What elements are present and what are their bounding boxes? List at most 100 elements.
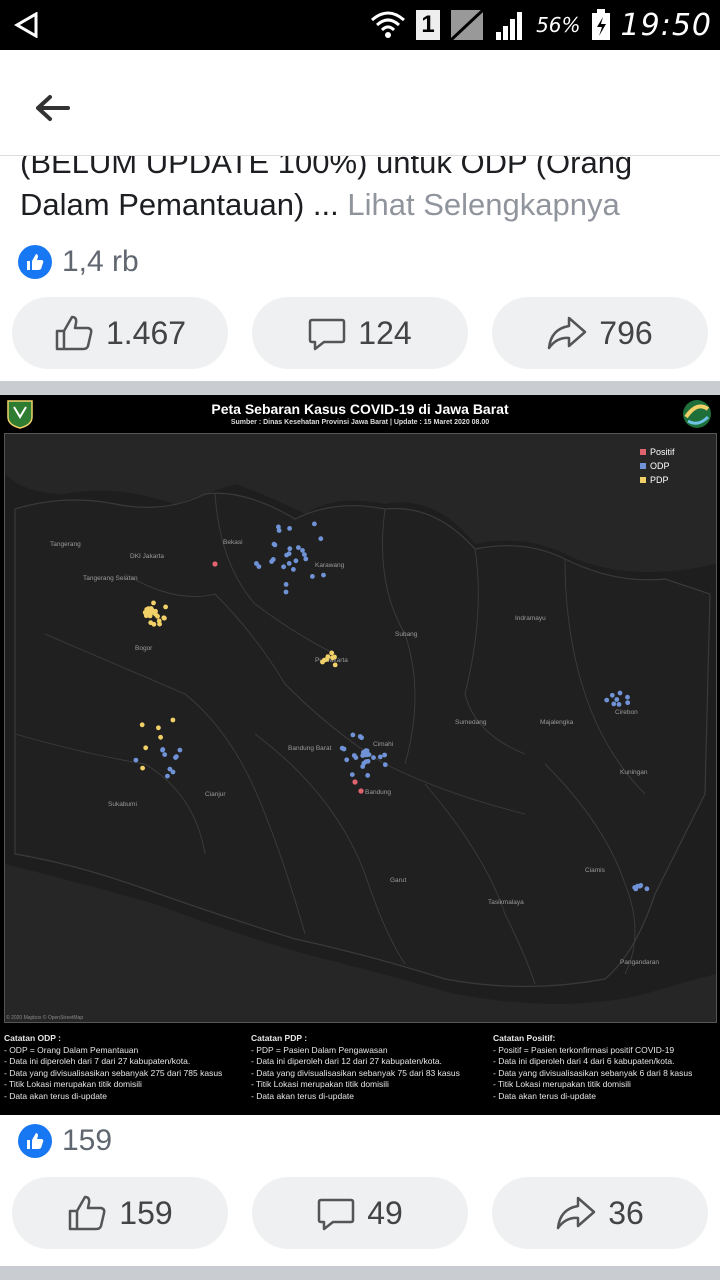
case-dot [644, 886, 650, 892]
notes-pdp: Catatan PDP : - PDP = Pasien Dalam Penga… [251, 1033, 460, 1101]
case-dot [158, 734, 164, 740]
label-ciamis: Ciamis [585, 867, 606, 874]
case-dot [287, 546, 293, 552]
case-dot [310, 574, 315, 579]
clock: 19:50 [620, 7, 712, 43]
case-dot [283, 582, 289, 587]
like-count-2: 159 [119, 1194, 173, 1231]
like-button[interactable]: 1.467 [12, 297, 228, 369]
case-dot [312, 521, 317, 527]
case-dot [329, 650, 335, 656]
case-dot [162, 752, 168, 757]
case-dot [254, 561, 259, 566]
label-bandung: Bandung [365, 789, 391, 796]
case-dot [162, 615, 167, 621]
post-divider [0, 381, 720, 395]
comment-button[interactable]: 124 [252, 297, 468, 369]
nav-back-icon[interactable] [14, 12, 38, 38]
like-button-2[interactable]: 159 [12, 1177, 228, 1249]
positive-case-dot [358, 788, 364, 794]
case-dot [365, 773, 371, 778]
battery-icon [591, 9, 610, 40]
comment-count: 124 [358, 314, 412, 351]
case-dot [382, 762, 388, 768]
case-dot [170, 717, 176, 723]
map-canvas: Tangerang DKI Jakarta Tangerang Selatan … [5, 434, 716, 1022]
comment-button-2[interactable]: 49 [252, 1177, 468, 1249]
label-indramayu: Indramayu [515, 615, 546, 622]
sim-indicator: 1 [416, 10, 441, 40]
case-dot [151, 621, 157, 627]
case-dot [359, 735, 364, 741]
case-dot [349, 772, 355, 777]
label-bogor: Bogor [135, 645, 153, 652]
comment-count-2: 49 [367, 1194, 403, 1231]
positive-case-dot [352, 779, 358, 785]
share-button-2[interactable]: 36 [492, 1177, 708, 1249]
case-dot [302, 552, 307, 557]
thumbs-up-icon [69, 1195, 106, 1231]
case-dot [153, 608, 158, 614]
case-dot [143, 745, 149, 751]
status-bar: 1 56% 19:50 [0, 0, 720, 50]
case-dot [281, 564, 286, 570]
map-legend: Positif ODP PDP [640, 445, 675, 487]
label-sukabumi: Sukabumi [108, 801, 137, 808]
label-tasikmalaya: Tasikmalaya [488, 899, 524, 906]
case-dot [344, 757, 350, 763]
case-dot [155, 613, 160, 619]
case-dot [617, 690, 623, 696]
case-dot [146, 606, 151, 611]
case-dot [604, 697, 610, 703]
case-dot [303, 556, 309, 562]
case-dot [611, 701, 617, 707]
reaction-summary-2[interactable]: 159 [18, 1124, 112, 1158]
case-dot [140, 765, 146, 771]
case-dot [632, 885, 638, 890]
label-cirebon: Cirebon [615, 709, 638, 716]
case-dot [286, 551, 292, 557]
share-count: 796 [599, 314, 653, 351]
signal-icon [496, 12, 523, 40]
battery-percent: 56% [536, 13, 581, 37]
covid-map-image[interactable]: Peta Sebaran Kasus COVID-19 di Jawa Bara… [0, 395, 720, 1115]
label-karawang: Karawang [315, 562, 345, 569]
comment-icon [317, 1198, 355, 1231]
like-reaction-icon-2 [18, 1124, 52, 1158]
label-tangerang-selatan: Tangerang Selatan [83, 575, 138, 582]
legend-pdp: PDP [640, 473, 675, 487]
case-dot [276, 524, 281, 530]
case-dot [364, 752, 369, 758]
map-area: Tangerang DKI Jakarta Tangerang Selatan … [4, 433, 717, 1023]
case-dot [325, 654, 331, 659]
case-dot [339, 745, 345, 751]
no-signal-icon [450, 9, 485, 41]
legend-positif: Positif [640, 445, 675, 459]
case-dot [365, 758, 371, 764]
case-dot [283, 589, 289, 595]
positive-case-dot [212, 561, 218, 567]
action-bar-2: 159 49 36 [12, 1177, 708, 1249]
case-dot [382, 752, 387, 758]
case-dot [270, 557, 276, 562]
reaction-summary[interactable]: 1,4 rb [18, 245, 139, 279]
like-count: 1.467 [105, 314, 187, 351]
case-dot [625, 694, 630, 700]
label-sumedang: Sumedang [455, 719, 487, 726]
case-dot [156, 618, 162, 624]
label-kuningan: Kuningan [620, 769, 648, 776]
notes-odp: Catatan ODP : - ODP = Orang Dalam Pemant… [4, 1033, 223, 1101]
case-dot [151, 600, 156, 606]
back-arrow-icon[interactable] [34, 94, 70, 122]
label-bandung-barat: Bandung Barat [288, 745, 332, 752]
label-majalengka: Majalengka [540, 719, 574, 726]
see-more-link[interactable]: Lihat Selengkapnya [347, 187, 619, 222]
case-dot [163, 604, 169, 610]
case-dot [616, 702, 622, 707]
case-dot [271, 541, 277, 547]
case-dot [609, 692, 615, 698]
case-dot [322, 657, 327, 663]
label-cimahi: Cimahi [373, 741, 393, 748]
case-dot [318, 536, 324, 542]
share-button[interactable]: 796 [492, 297, 708, 369]
